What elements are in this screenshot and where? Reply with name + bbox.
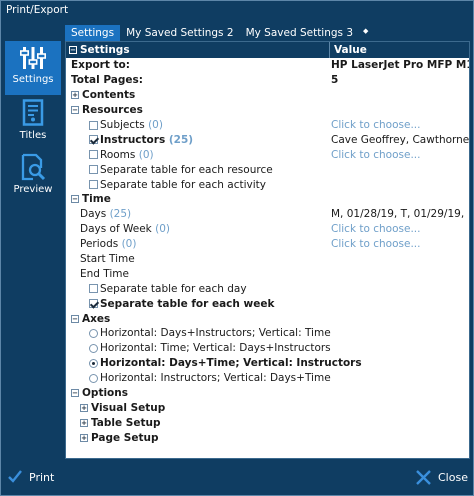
collapse-icon[interactable]: − [71, 195, 79, 204]
grid-header-value[interactable]: Value [330, 42, 469, 58]
sep-table-activity-checkbox[interactable] [89, 180, 98, 190]
axes-opt1-radio[interactable] [89, 328, 98, 338]
print-button[interactable]: Print [7, 469, 54, 485]
grid-header-settings[interactable]: − Settings [66, 42, 330, 58]
row-options[interactable]: − Options [66, 386, 469, 401]
tab-my-saved-settings-3[interactable]: My Saved Settings 3 [240, 25, 359, 41]
settings-tabs: Settings My Saved Settings 2 My Saved Se… [65, 24, 470, 41]
row-time[interactable]: − Time [66, 192, 469, 207]
row-sep-table-week[interactable]: Separate table for each week [66, 296, 469, 311]
row-table-setup[interactable]: + Table Setup [66, 415, 469, 430]
sep-table-week-checkbox[interactable] [89, 299, 98, 309]
instructors-checkbox[interactable] [89, 135, 98, 145]
close-icon [416, 470, 431, 485]
instructors-chooser[interactable]: Cave Geoffrey, Cawthorne Mi [330, 134, 469, 146]
checkmark-icon [8, 470, 22, 483]
expand-icon[interactable]: + [71, 91, 79, 100]
row-end-time[interactable]: End Time [66, 266, 469, 281]
axes-opt3-radio[interactable] [89, 358, 98, 368]
periods-chooser[interactable]: Click to choose... [330, 238, 469, 250]
nav-preview-label: Preview [13, 184, 53, 195]
row-resources[interactable]: − Resources [66, 103, 469, 118]
sliders-icon [20, 47, 46, 69]
sep-table-resource-checkbox[interactable] [89, 165, 98, 175]
nav-titles[interactable]: Titles [5, 95, 61, 149]
tabs-more-icon[interactable]: ◆ [359, 27, 372, 41]
days-chooser[interactable]: M, 01/28/19, T, 01/29/19, [330, 208, 469, 220]
expand-icon[interactable]: + [80, 403, 88, 412]
row-periods[interactable]: Periods (0) Click to choose... [66, 237, 469, 252]
row-axes[interactable]: − Axes [66, 311, 469, 326]
magnifier-icon [21, 153, 46, 181]
left-navigation: Settings Titles Preview [5, 41, 61, 461]
row-export-to[interactable]: Export to: HP LaserJet Pro MFP M127- [66, 58, 469, 73]
row-axes-opt1[interactable]: Horizontal: Days+Instructors; Vertical: … [66, 326, 469, 341]
row-start-time[interactable]: Start Time [66, 252, 469, 267]
row-days-of-week[interactable]: Days of Week (0) Click to choose... [66, 222, 469, 237]
print-export-window: Print/Export Settings My Saved Settings … [0, 0, 474, 496]
row-days[interactable]: Days (25) M, 01/28/19, T, 01/29/19, [66, 207, 469, 222]
expand-icon[interactable]: + [80, 418, 88, 427]
row-rooms[interactable]: Rooms (0) Click to choose... [66, 147, 469, 162]
tab-my-saved-settings-2[interactable]: My Saved Settings 2 [120, 25, 239, 41]
row-instructors[interactable]: Instructors (25) Cave Geoffrey, Cawthorn… [66, 132, 469, 147]
row-visual-setup[interactable]: + Visual Setup [66, 400, 469, 415]
row-contents[interactable]: + Contents [66, 88, 469, 103]
axes-opt4-radio[interactable] [89, 373, 98, 383]
document-icon [22, 99, 44, 126]
grid-header: − Settings Value [66, 42, 469, 58]
tab-settings[interactable]: Settings [65, 25, 121, 41]
collapse-icon[interactable]: − [69, 46, 77, 54]
days-of-week-chooser[interactable]: Click to choose... [330, 223, 469, 235]
subjects-chooser[interactable]: Click to choose... [330, 119, 469, 131]
nav-settings[interactable]: Settings [5, 41, 61, 95]
nav-preview[interactable]: Preview [5, 149, 61, 203]
collapse-icon[interactable]: − [71, 314, 79, 323]
nav-titles-label: Titles [19, 130, 47, 141]
close-button[interactable]: Close [415, 469, 468, 486]
row-sep-table-day[interactable]: Separate table for each day [66, 281, 469, 296]
settings-grid: − Settings Value Export to: HP LaserJet … [65, 41, 470, 459]
subjects-checkbox[interactable] [89, 120, 98, 130]
nav-settings-label: Settings [12, 74, 54, 85]
rooms-chooser[interactable]: Click to choose... [330, 149, 469, 161]
row-sep-table-activity[interactable]: Separate table for each activity [66, 177, 469, 192]
row-axes-opt2[interactable]: Horizontal: Time; Vertical: Days+Instruc… [66, 341, 469, 356]
row-axes-opt3[interactable]: Horizontal: Days+Time; Vertical: Instruc… [66, 356, 469, 371]
row-total-pages[interactable]: Total Pages: 5 [66, 73, 469, 88]
row-sep-table-resource[interactable]: Separate table for each resource [66, 162, 469, 177]
window-title: Print/Export [6, 4, 69, 16]
axes-opt2-radio[interactable] [89, 343, 98, 353]
row-page-setup[interactable]: + Page Setup [66, 430, 469, 445]
expand-icon[interactable]: + [80, 433, 88, 442]
collapse-icon[interactable]: − [71, 106, 79, 115]
dialog-footer: Print Close [1, 463, 473, 495]
row-subjects[interactable]: Subjects (0) Click to choose... [66, 118, 469, 133]
sep-table-day-checkbox[interactable] [89, 284, 98, 294]
rooms-checkbox[interactable] [89, 150, 98, 160]
row-axes-opt4[interactable]: Horizontal: Instructors; Vertical: Days+… [66, 371, 469, 386]
collapse-icon[interactable]: − [71, 389, 79, 398]
